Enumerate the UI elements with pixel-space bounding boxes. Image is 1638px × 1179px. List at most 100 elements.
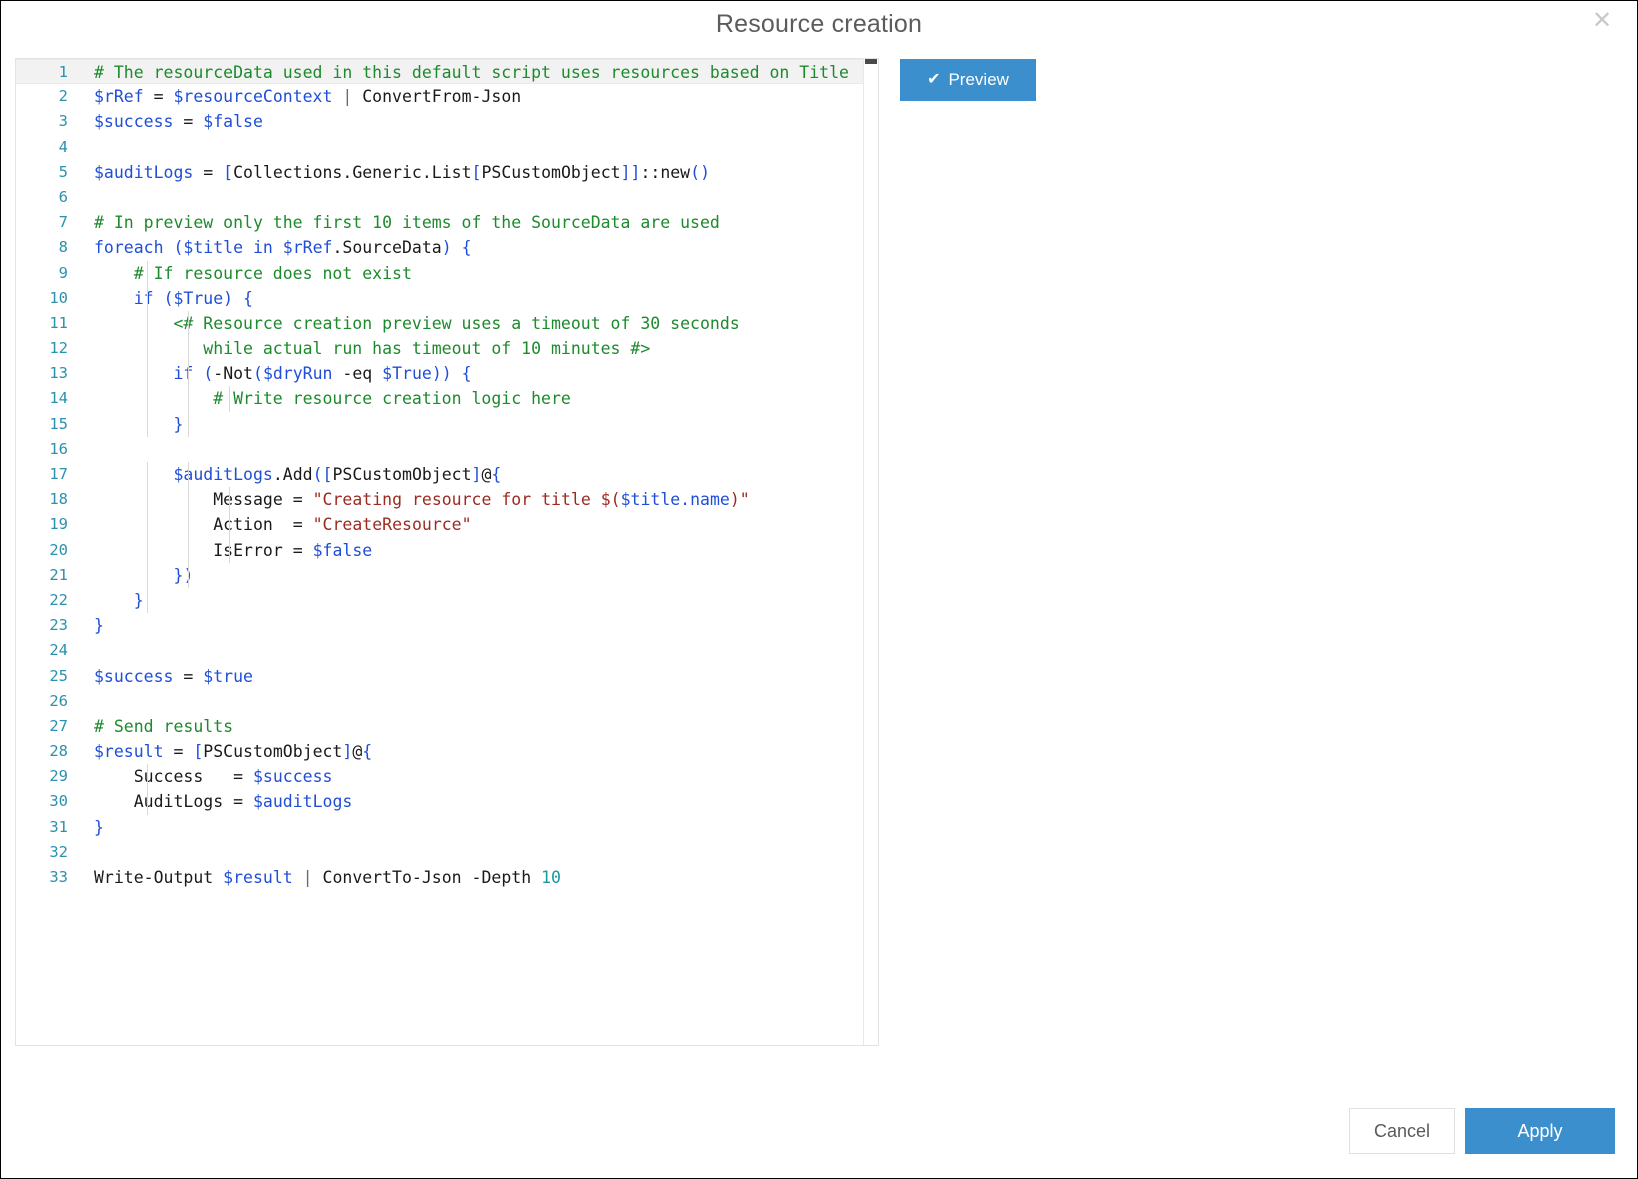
code-line[interactable]: 31} bbox=[16, 815, 865, 840]
editor-scrollbar-thumb[interactable] bbox=[865, 59, 877, 64]
code-line[interactable]: 2 $rRef = $resourceContext | ConvertFrom-… bbox=[16, 84, 865, 109]
line-number: 21 bbox=[49, 565, 68, 584]
line-number: 33 bbox=[49, 868, 68, 886]
line-number: 15 bbox=[49, 414, 68, 433]
apply-button[interactable]: Apply bbox=[1465, 1108, 1615, 1154]
line-number: 19 bbox=[49, 515, 68, 534]
line-number: 23 bbox=[49, 616, 68, 635]
line-number: 20 bbox=[49, 540, 68, 559]
line-number: 16 bbox=[49, 439, 68, 458]
code-line[interactable]: 3 $success = $false bbox=[16, 109, 865, 134]
code-line[interactable]: 20 IsError = $false bbox=[16, 537, 865, 563]
code-line[interactable]: 11 <# Resource creation preview uses a t… bbox=[16, 310, 865, 337]
indent-guide bbox=[229, 487, 230, 513]
line-number: 17 bbox=[49, 465, 68, 483]
code-line[interactable]: 28 $result = [PSCustomObject]@{ bbox=[16, 739, 865, 764]
line-number: 31 bbox=[49, 817, 68, 836]
line-content: $auditLogs = [Collections.Generic.List[P… bbox=[94, 162, 710, 182]
line-content bbox=[94, 185, 104, 210]
line-content: Message = "Creating resource for title $… bbox=[213, 490, 750, 510]
code-line[interactable]: 13 if (-Not($dryRun -eq $True)) { bbox=[16, 361, 865, 387]
indent-guide bbox=[188, 310, 189, 337]
code-line[interactable]: 15 } bbox=[16, 411, 865, 437]
line-content: # If resource does not exist bbox=[94, 263, 412, 283]
code-line[interactable]: 9 # If resource does not exist bbox=[16, 260, 865, 286]
line-number: 13 bbox=[49, 364, 68, 383]
code-line[interactable]: 25 $success = $true bbox=[16, 664, 865, 689]
dialog-titlebar: Resource creation ✕ bbox=[1, 1, 1637, 55]
code-line[interactable]: 22 } bbox=[16, 587, 865, 614]
script-editor-inner: 1 # The resourceData used in this default… bbox=[16, 59, 878, 1045]
script-editor[interactable]: 1 # The resourceData used in this default… bbox=[15, 58, 879, 1046]
line-content: AuditLogs = $auditLogs bbox=[133, 792, 353, 812]
line-number: 30 bbox=[49, 792, 68, 811]
code-line[interactable]: 21 }) bbox=[16, 562, 865, 588]
line-content: Action = "CreateResource" bbox=[213, 515, 472, 535]
line-content: <# Resource creation preview uses a time… bbox=[94, 313, 740, 333]
code-line[interactable]: 7 # In preview only the first 10 items of… bbox=[16, 210, 865, 235]
line-number: 32 bbox=[49, 842, 68, 861]
editor-scrollbar[interactable] bbox=[863, 59, 878, 1045]
line-number: 29 bbox=[49, 767, 68, 786]
code-line[interactable]: 1 # The resourceData used in this default… bbox=[16, 59, 865, 85]
code-line[interactable]: 8 foreach ($title in $rRef.SourceData) { bbox=[16, 235, 865, 260]
indent-guide bbox=[188, 361, 189, 387]
code-area[interactable]: 1 # The resourceData used in this default… bbox=[16, 59, 865, 1045]
code-line[interactable]: 12 while actual run has timeout of 10 mi… bbox=[16, 336, 865, 362]
line-content: $auditLogs.Add([PSCustomObject]@{ bbox=[173, 465, 502, 484]
indent-guide bbox=[188, 562, 189, 588]
line-content bbox=[94, 638, 104, 663]
preview-button[interactable]: ✔ Preview bbox=[900, 59, 1036, 101]
close-icon[interactable]: ✕ bbox=[1585, 5, 1619, 37]
code-line[interactable]: 29 Success = $success bbox=[16, 764, 865, 790]
code-line[interactable]: 33 Write-Output $result | ConvertTo-Json … bbox=[16, 865, 865, 890]
code-line[interactable]: 5 $auditLogs = [Collections.Generic.List[… bbox=[16, 160, 865, 185]
preview-button-label: Preview bbox=[948, 70, 1009, 89]
code-line[interactable]: 4 bbox=[16, 135, 865, 160]
indent-guide bbox=[147, 789, 148, 815]
line-content: $success = $true bbox=[94, 666, 253, 686]
code-line[interactable]: 24 bbox=[16, 638, 865, 663]
line-content: # Send results bbox=[94, 716, 234, 736]
indent-guide bbox=[147, 562, 148, 588]
code-line[interactable]: 18 Message = "Creating resource for titl… bbox=[16, 487, 865, 513]
line-number: 18 bbox=[49, 490, 68, 509]
code-line[interactable]: 6 bbox=[16, 185, 865, 210]
code-line[interactable]: 26 bbox=[16, 689, 865, 714]
indent-guide bbox=[229, 512, 230, 538]
code-line[interactable]: 16 bbox=[16, 437, 865, 462]
code-line[interactable]: 14 # Write resource creation logic here bbox=[16, 386, 865, 412]
indent-guide bbox=[147, 487, 148, 513]
code-line[interactable]: 27 # Send results bbox=[16, 714, 865, 739]
indent-guide bbox=[147, 512, 148, 538]
line-content: } bbox=[133, 590, 144, 610]
line-content bbox=[94, 135, 104, 160]
line-content: if (-Not($dryRun -eq $True)) { bbox=[173, 364, 472, 384]
code-line[interactable]: 19 Action = "CreateResource" bbox=[16, 512, 865, 538]
code-line[interactable]: 10 if ($True) { bbox=[16, 285, 865, 311]
line-number: 6 bbox=[58, 187, 68, 206]
line-number: 8 bbox=[58, 238, 68, 257]
line-number: 25 bbox=[49, 666, 68, 685]
indent-guide bbox=[147, 411, 148, 437]
line-content bbox=[94, 840, 104, 865]
line-number: 11 bbox=[49, 313, 68, 332]
line-number: 26 bbox=[49, 691, 68, 710]
indent-guide bbox=[147, 462, 148, 488]
line-content: $result = [PSCustomObject]@{ bbox=[94, 742, 373, 762]
line-content: $rRef = $resourceContext | ConvertFrom-J… bbox=[94, 87, 522, 107]
code-line[interactable]: 30 AuditLogs = $auditLogs bbox=[16, 789, 865, 815]
indent-guide bbox=[147, 764, 148, 790]
cancel-button[interactable]: Cancel bbox=[1349, 1108, 1455, 1154]
line-number: 2 bbox=[58, 87, 68, 106]
indent-guide bbox=[147, 285, 148, 311]
line-number: 28 bbox=[49, 742, 68, 761]
indent-guide bbox=[147, 336, 148, 362]
code-line[interactable]: 17 $auditLogs.Add([PSCustomObject]@{ bbox=[16, 462, 865, 488]
indent-guide bbox=[147, 361, 148, 387]
line-content bbox=[94, 437, 104, 462]
line-number: 22 bbox=[49, 590, 68, 609]
code-line[interactable]: 32 bbox=[16, 840, 865, 865]
line-content: } bbox=[173, 414, 184, 434]
code-line[interactable]: 23} bbox=[16, 613, 865, 638]
